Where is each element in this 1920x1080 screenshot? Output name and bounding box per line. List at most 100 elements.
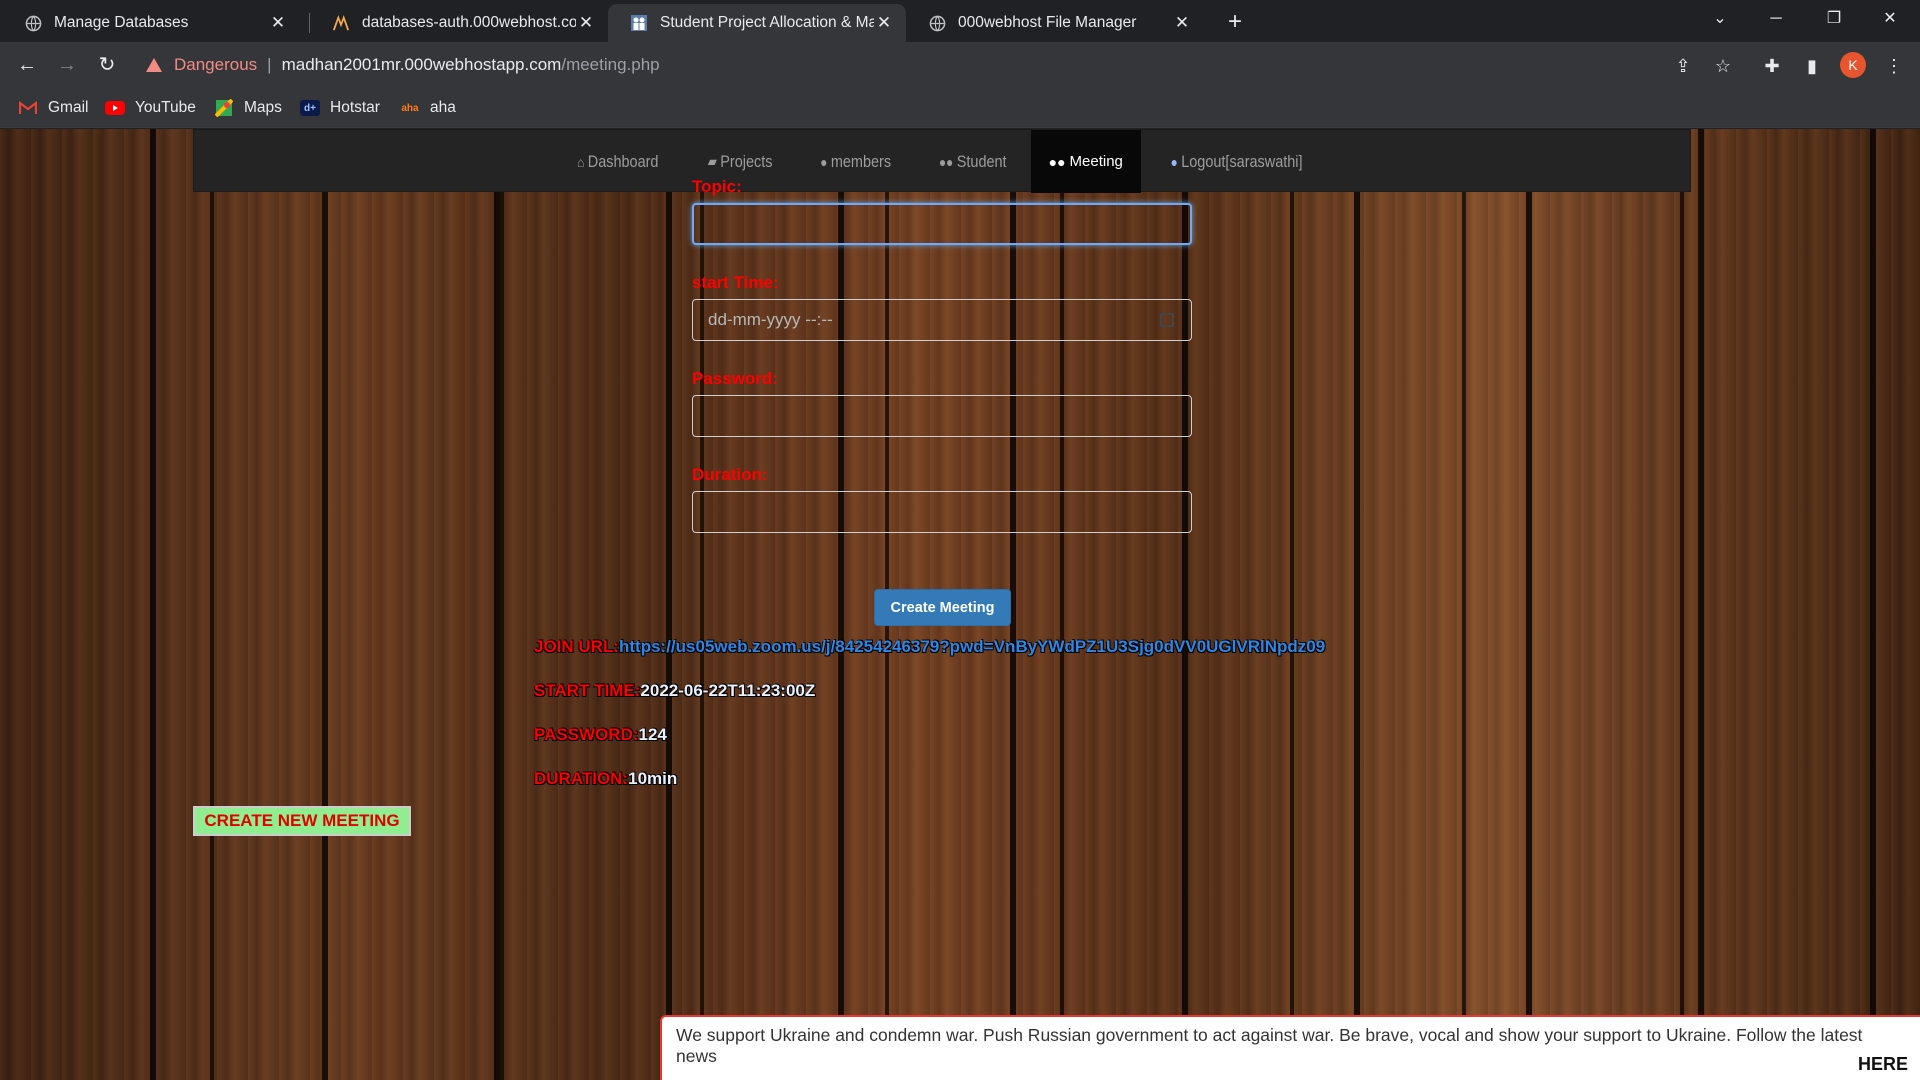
menu-icon[interactable]: ⋮ xyxy=(1880,52,1908,80)
topic-input[interactable] xyxy=(692,203,1192,245)
banner-text: We support Ukraine and condemn war. Push… xyxy=(676,1025,1863,1066)
warning-icon xyxy=(146,58,162,72)
plank-seam xyxy=(1680,129,1684,1080)
nav-label: members xyxy=(830,151,891,171)
tab-file-manager[interactable]: 000webhost File Manager ✕ xyxy=(906,4,1204,42)
close-icon[interactable]: ✕ xyxy=(1172,13,1192,33)
forward-button[interactable]: → xyxy=(52,50,82,80)
close-icon[interactable]: ✕ xyxy=(268,13,288,33)
start-time-key: START TIME: xyxy=(534,681,641,700)
users-icon: ●● xyxy=(1048,153,1066,170)
start-time-wrapper xyxy=(692,299,1192,341)
user-icon: ● xyxy=(819,153,828,170)
support-banner: We support Ukraine and condemn war. Push… xyxy=(660,1015,1920,1080)
browser-toolbar: ← → ↻ Dangerous | madhan2001mr.000webhos… xyxy=(0,42,1920,88)
globe-icon xyxy=(928,14,946,32)
banner-link[interactable]: HERE xyxy=(1858,1054,1908,1075)
bookmark-label: Gmail xyxy=(48,99,89,116)
window-close-button[interactable]: ✕ xyxy=(1862,0,1918,40)
nav-label: Student xyxy=(956,151,1007,171)
tab-title: Student Project Allocation & Man xyxy=(660,14,874,31)
maps-icon xyxy=(214,99,234,117)
meeting-form: Topic: start Time: Password: Duration: C… xyxy=(692,177,1192,626)
join-url-link[interactable]: https://us05web.zoom.us/j/84254246379?pw… xyxy=(619,637,1325,656)
plank-seam xyxy=(500,129,504,1080)
url-path: /meeting.php xyxy=(561,55,660,74)
start-time-row: START TIME:2022-06-22T11:23:00Z xyxy=(534,681,815,701)
bookmark-youtube[interactable]: YouTube xyxy=(105,96,196,120)
minimize-button[interactable]: ─ xyxy=(1748,0,1804,40)
tab-student-project[interactable]: Student Project Allocation & Man ✕ xyxy=(608,4,906,42)
plank-seam xyxy=(1290,129,1294,1080)
duration-value: 10min xyxy=(628,769,678,788)
address-bar[interactable]: Dangerous | madhan2001mr.000webhostapp.c… xyxy=(146,48,1676,82)
password-input[interactable] xyxy=(692,395,1192,437)
bookmark-gmail[interactable]: Gmail xyxy=(18,96,88,120)
plank-seam xyxy=(1462,129,1466,1080)
create-meeting-button[interactable]: Create Meeting xyxy=(874,589,1011,626)
password-row: PASSWORD:124 xyxy=(534,725,667,745)
book-icon: ▰ xyxy=(707,153,717,169)
duration-label: Duration: xyxy=(692,465,768,484)
students-icon xyxy=(630,14,648,32)
duration-row: DURATION:10min xyxy=(534,769,677,789)
url-host: madhan2001mr.000webhostapp.com xyxy=(281,55,562,74)
tab-search-button[interactable]: ⌄ xyxy=(1692,0,1748,40)
start-time-value: 2022-06-22T11:23:00Z xyxy=(640,681,816,700)
nav-label: Logout[saraswathi] xyxy=(1181,151,1303,171)
tab-strip: Manage Databases ✕ databases-auth.000web… xyxy=(0,0,1920,42)
tab-title: 000webhost File Manager xyxy=(958,14,1137,31)
bookmark-label: Hotstar xyxy=(330,99,380,116)
password-value: 124 xyxy=(638,725,667,744)
tab-manage-databases[interactable]: Manage Databases ✕ xyxy=(2,4,300,42)
url-divider: | xyxy=(267,55,272,74)
bookmarks-bar: Gmail YouTube Maps d+ Hotstar aha aha xyxy=(0,88,1920,128)
start-time-label: start Time: xyxy=(692,273,779,292)
tab-title: Manage Databases xyxy=(54,14,189,31)
bookmark-label: aha xyxy=(430,99,456,116)
globe-icon xyxy=(24,14,42,32)
share-icon[interactable]: ⇪ xyxy=(1669,52,1697,80)
gmail-icon xyxy=(18,100,38,116)
password-key: PASSWORD: xyxy=(534,725,639,744)
close-icon[interactable]: ✕ xyxy=(576,13,596,33)
tab-databases-auth[interactable]: databases-auth.000webhost.com ✕ xyxy=(310,4,608,42)
security-indicator[interactable]: Dangerous xyxy=(146,55,257,75)
security-label: Dangerous xyxy=(174,55,258,74)
duration-input[interactable] xyxy=(692,491,1192,533)
users-icon: ●● xyxy=(939,153,954,170)
restore-button[interactable]: ❐ xyxy=(1806,0,1862,40)
reload-button[interactable]: ↻ xyxy=(92,50,122,80)
home-icon: ⌂ xyxy=(577,153,585,170)
topic-label: Topic: xyxy=(692,177,742,196)
plank-seam xyxy=(210,129,214,1080)
create-new-meeting-button[interactable]: CREATE NEW MEETING xyxy=(193,806,411,836)
tab-title: databases-auth.000webhost.com xyxy=(362,14,576,31)
duration-key: DURATION: xyxy=(534,769,629,788)
bookmark-aha[interactable]: aha aha xyxy=(400,96,456,120)
page-viewport: ⌂ Dashboard ▰ Projects ● members ●● Stud… xyxy=(0,129,1920,1080)
profile-avatar[interactable]: K xyxy=(1840,52,1866,78)
000webhost-icon xyxy=(332,14,350,32)
join-url-row: JOIN URL:https://us05web.zoom.us/j/84254… xyxy=(534,637,1325,657)
extensions-icon[interactable]: ✚ xyxy=(1758,52,1786,80)
aha-icon: aha xyxy=(401,102,419,114)
nav-label: Meeting xyxy=(1069,153,1123,170)
bookmark-label: Maps xyxy=(244,99,282,116)
bookmark-maps[interactable]: Maps xyxy=(214,96,282,120)
password-label: Password: xyxy=(692,369,778,388)
bookmark-label: YouTube xyxy=(135,99,196,116)
join-url-key: JOIN URL: xyxy=(534,637,619,656)
side-panel-icon[interactable]: ▮ xyxy=(1798,52,1826,80)
close-icon[interactable]: ✕ xyxy=(874,13,894,33)
bookmark-star-icon[interactable]: ☆ xyxy=(1709,52,1737,80)
start-time-input[interactable] xyxy=(692,299,1192,341)
bookmark-hotstar[interactable]: d+ Hotstar xyxy=(300,96,380,120)
new-tab-button[interactable]: + xyxy=(1220,8,1250,38)
user-icon: ● xyxy=(1170,153,1178,170)
calendar-icon[interactable] xyxy=(1160,313,1174,327)
hotstar-icon: d+ xyxy=(300,100,320,116)
youtube-icon xyxy=(105,100,125,116)
back-button[interactable]: ← xyxy=(12,50,42,80)
nav-dashboard[interactable]: ⌂ Dashboard xyxy=(562,130,674,193)
